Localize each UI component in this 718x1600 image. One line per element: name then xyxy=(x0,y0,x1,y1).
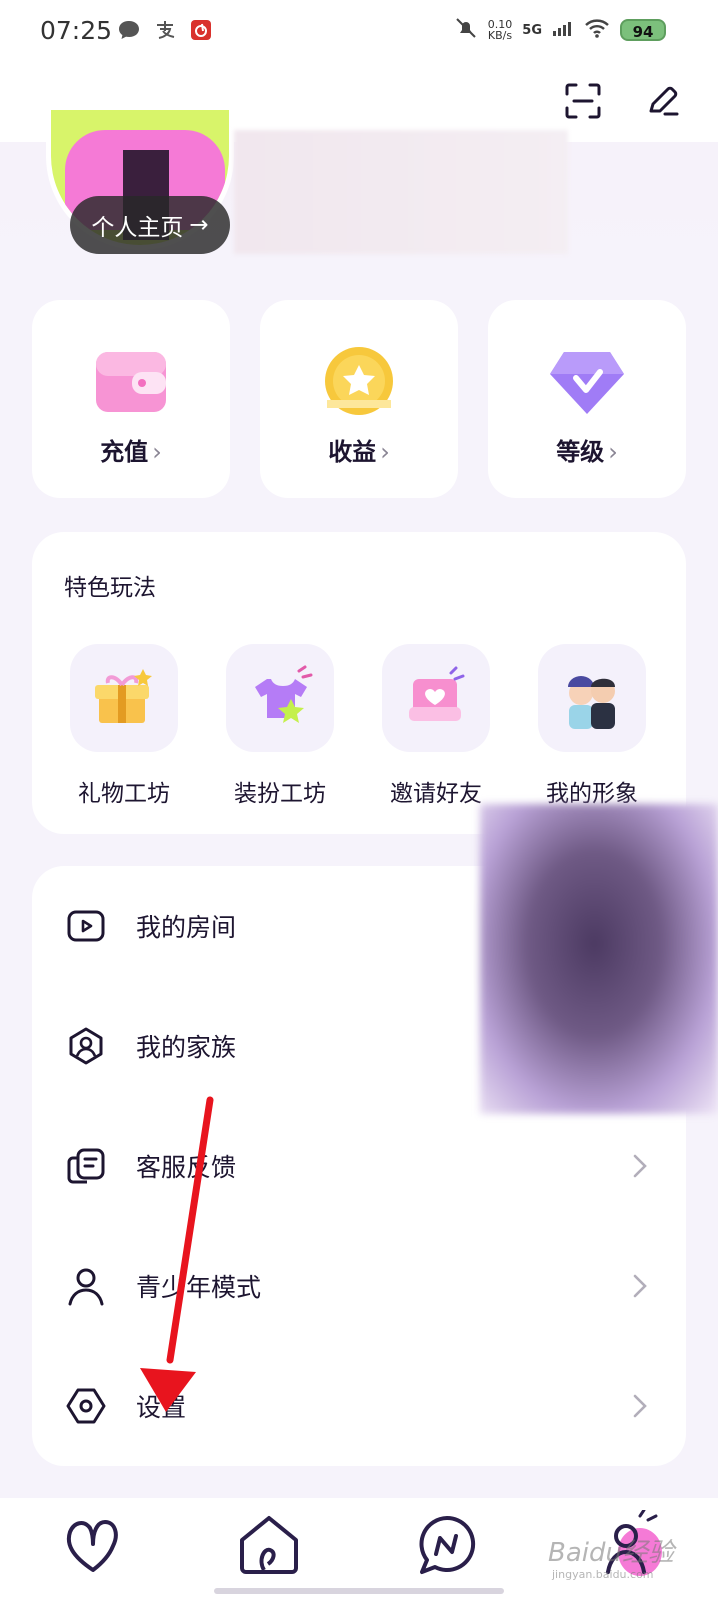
diamond-badge-icon xyxy=(550,346,624,416)
recharge-text: 充值 xyxy=(100,438,149,466)
scan-icon xyxy=(564,82,602,124)
menu-item-teen-mode[interactable]: 青少年模式 xyxy=(32,1226,686,1346)
feature-invite-friends[interactable]: 邀请好友 xyxy=(382,644,490,808)
signal-icon xyxy=(552,20,574,40)
menu-item-settings[interactable]: 设置 xyxy=(32,1346,686,1466)
status-bar: 07:25 0.10 KB/s 5G 94 xyxy=(0,0,718,64)
recharge-label: 充值 › xyxy=(32,432,230,467)
feature-label: 邀请好友 xyxy=(390,781,482,807)
feedback-icon xyxy=(67,1148,105,1184)
blurred-username xyxy=(234,130,568,254)
chevron-right-icon: › xyxy=(380,438,390,466)
menu-item-label: 我的房间 xyxy=(136,913,237,942)
recharge-card[interactable]: 充值 › xyxy=(32,300,230,498)
earnings-text: 收益 xyxy=(328,438,377,466)
family-icon xyxy=(69,1027,103,1065)
menu-item-label: 青少年模式 xyxy=(136,1273,262,1302)
coin-star-icon xyxy=(322,346,396,416)
home-icon xyxy=(240,1516,298,1574)
teen-mode-icon xyxy=(68,1268,104,1306)
chevron-right-icon xyxy=(633,1274,647,1298)
room-icon xyxy=(67,910,105,942)
feature-label: 装扮工坊 xyxy=(234,781,326,807)
status-time: 07:25 xyxy=(40,16,113,45)
watermark: Baidu经验 xyxy=(548,1538,674,1568)
heart-icon xyxy=(66,1520,118,1572)
settings-icon xyxy=(66,1388,106,1424)
feature-gift-workshop[interactable]: 礼物工坊 xyxy=(70,644,178,808)
level-card[interactable]: 等级 › xyxy=(488,300,686,498)
watermark-url: jingyan.baidu.com xyxy=(552,1568,654,1581)
message-icon xyxy=(419,1515,476,1574)
wifi-icon xyxy=(584,18,610,42)
features-card: 特色玩法 礼物工坊 装扮工坊 邀请好友 我的形象 xyxy=(32,532,686,834)
arrow-right-icon: → xyxy=(189,212,209,238)
nav-heart-tab[interactable] xyxy=(58,1510,128,1580)
menu-item-label: 我的家族 xyxy=(136,1033,237,1062)
level-label: 等级 › xyxy=(488,432,686,467)
pencil-icon xyxy=(645,83,681,123)
personal-homepage-button[interactable]: 个人主页 → xyxy=(70,196,230,254)
feature-label: 礼物工坊 xyxy=(78,781,170,807)
nav-message-tab[interactable] xyxy=(412,1510,482,1580)
mute-bell-icon xyxy=(454,16,478,44)
wallet-icon xyxy=(94,346,168,416)
nav-home-tab[interactable] xyxy=(234,1510,304,1580)
chevron-right-icon xyxy=(633,1394,647,1418)
net-speed: 0.10 KB/s xyxy=(488,19,513,41)
scan-button[interactable] xyxy=(558,78,608,128)
chevron-right-icon: › xyxy=(152,438,162,466)
net-speed-unit: KB/s xyxy=(487,29,513,42)
blurred-floating-ad[interactable] xyxy=(480,804,718,1114)
network-type: 5G xyxy=(522,22,542,38)
menu-item-label: 设置 xyxy=(136,1393,187,1422)
menu-item-customer-feedback[interactable]: 客服反馈 xyxy=(32,1106,686,1226)
earnings-card[interactable]: 收益 › xyxy=(260,300,458,498)
feature-dressup-workshop[interactable]: 装扮工坊 xyxy=(226,644,334,808)
avatar-couple-icon xyxy=(538,644,646,752)
chevron-right-icon xyxy=(633,1154,647,1178)
menu-item-label: 客服反馈 xyxy=(136,1153,237,1182)
chat-notification-icon xyxy=(116,18,142,42)
edit-button[interactable] xyxy=(638,78,688,128)
chevron-right-icon: › xyxy=(608,438,618,466)
features-title: 特色玩法 xyxy=(64,575,156,601)
home-indicator xyxy=(214,1588,504,1594)
netease-music-notification-icon xyxy=(188,18,214,42)
earnings-label: 收益 › xyxy=(260,432,458,467)
invite-heart-icon xyxy=(382,644,490,752)
notification-icons xyxy=(116,18,214,42)
level-text: 等级 xyxy=(556,438,605,466)
battery-indicator: 94 xyxy=(620,19,666,41)
feature-my-avatar[interactable]: 我的形象 xyxy=(538,644,646,808)
personal-homepage-label: 个人主页 xyxy=(91,215,184,241)
alipay-notification-icon xyxy=(152,18,178,42)
status-right: 0.10 KB/s 5G 94 xyxy=(454,16,666,44)
gift-icon xyxy=(70,644,178,752)
tshirt-icon xyxy=(226,644,334,752)
feature-label: 我的形象 xyxy=(546,781,638,807)
screen: 07:25 0.10 KB/s 5G 94 个人主页 → 充值 › 收益 › 等… xyxy=(0,0,718,1600)
